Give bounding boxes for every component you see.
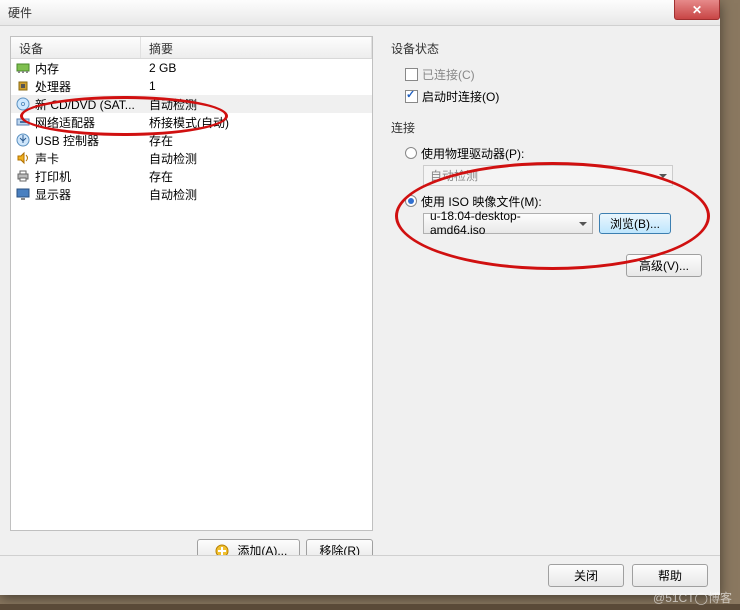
device-name: 处理器 [35,78,141,95]
device-row-network[interactable]: 网络适配器桥接模式(自动) [11,113,372,131]
hardware-dialog: 硬件 ✕ 设备 摘要 内存2 GB处理器1新 CD/DVD (SAT...自动检… [0,0,720,595]
disc-icon [15,96,31,112]
content-area: 设备 摘要 内存2 GB处理器1新 CD/DVD (SAT...自动检测网络适配… [0,26,720,572]
close-button[interactable]: 关闭 [548,564,624,587]
network-icon [15,114,31,130]
device-status-group: 设备状态 已连接(C) 启动时连接(O) [391,40,702,105]
iso-row[interactable]: 使用 ISO 映像文件(M): [391,192,702,210]
connect-on-power-label: 启动时连接(O) [422,88,499,105]
device-row-usb[interactable]: USB 控制器存在 [11,131,372,149]
physical-label: 使用物理驱动器(P): [421,145,524,162]
display-icon [15,186,31,202]
device-row-display[interactable]: 显示器自动检测 [11,185,372,203]
connected-checkbox[interactable] [405,68,418,81]
bg-edge [0,604,740,610]
device-summary: 1 [141,79,372,93]
connect-on-power-row[interactable]: 启动时连接(O) [391,87,702,105]
device-list: 设备 摘要 内存2 GB处理器1新 CD/DVD (SAT...自动检测网络适配… [10,36,373,531]
cpu-icon [15,78,31,94]
window-title: 硬件 [8,4,32,21]
device-row-memory[interactable]: 内存2 GB [11,59,372,77]
device-row-cpu[interactable]: 处理器1 [11,77,372,95]
device-summary: 存在 [141,132,372,149]
device-summary: 自动检测 [141,96,372,113]
device-name: USB 控制器 [35,132,141,149]
device-summary: 存在 [141,168,372,185]
device-name: 内存 [35,60,141,77]
watermark: @51CT◯博客 [653,589,732,606]
close-icon[interactable]: ✕ [674,0,720,20]
device-name: 显示器 [35,186,141,203]
help-button[interactable]: 帮助 [632,564,708,587]
advanced-button[interactable]: 高级(V)... [626,254,702,277]
device-status-title: 设备状态 [391,40,702,57]
col-summary-header[interactable]: 摘要 [141,37,372,58]
device-summary: 自动检测 [141,150,372,167]
physical-radio[interactable] [405,147,417,159]
physical-drive-row[interactable]: 使用物理驱动器(P): [391,144,702,162]
list-rows: 内存2 GB处理器1新 CD/DVD (SAT...自动检测网络适配器桥接模式(… [11,59,372,203]
list-header: 设备 摘要 [11,37,372,59]
device-row-sound[interactable]: 声卡自动检测 [11,149,372,167]
device-summary: 2 GB [141,61,372,75]
usb-icon [15,132,31,148]
connect-on-power-checkbox[interactable] [405,90,418,103]
sound-icon [15,150,31,166]
device-name: 网络适配器 [35,114,141,131]
iso-label: 使用 ISO 映像文件(M): [421,193,542,210]
connection-group: 连接 使用物理驱动器(P): 自动检测 使用 ISO 映像文件(M): u-18… [391,119,702,232]
col-device-header[interactable]: 设备 [11,37,141,58]
device-name: 新 CD/DVD (SAT... [35,96,141,113]
iso-path-row: u-18.04-desktop-amd64.iso 浏览(B)... [391,214,702,232]
device-summary: 自动检测 [141,186,372,203]
bottom-bar: 关闭 帮助 [0,555,720,595]
right-panel: 设备状态 已连接(C) 启动时连接(O) 连接 使用物理驱动器(P): 自动检测 [383,36,710,562]
device-row-disc[interactable]: 新 CD/DVD (SAT...自动检测 [11,95,372,113]
left-panel: 设备 摘要 内存2 GB处理器1新 CD/DVD (SAT...自动检测网络适配… [10,36,373,562]
device-name: 打印机 [35,168,141,185]
printer-icon [15,168,31,184]
device-name: 声卡 [35,150,141,167]
memory-icon [15,60,31,76]
connected-row[interactable]: 已连接(C) [391,65,702,83]
advanced-row: 高级(V)... [391,254,702,277]
titlebar: 硬件 ✕ [0,0,720,26]
iso-radio[interactable] [405,195,417,207]
physical-drive-dropdown: 自动检测 [423,165,673,186]
physical-drive-dropdown-row: 自动检测 [391,166,702,184]
connection-title: 连接 [391,119,702,136]
connected-label: 已连接(C) [422,66,475,83]
device-row-printer[interactable]: 打印机存在 [11,167,372,185]
browse-button[interactable]: 浏览(B)... [599,213,671,234]
device-summary: 桥接模式(自动) [141,114,372,131]
iso-path-dropdown[interactable]: u-18.04-desktop-amd64.iso [423,213,593,234]
